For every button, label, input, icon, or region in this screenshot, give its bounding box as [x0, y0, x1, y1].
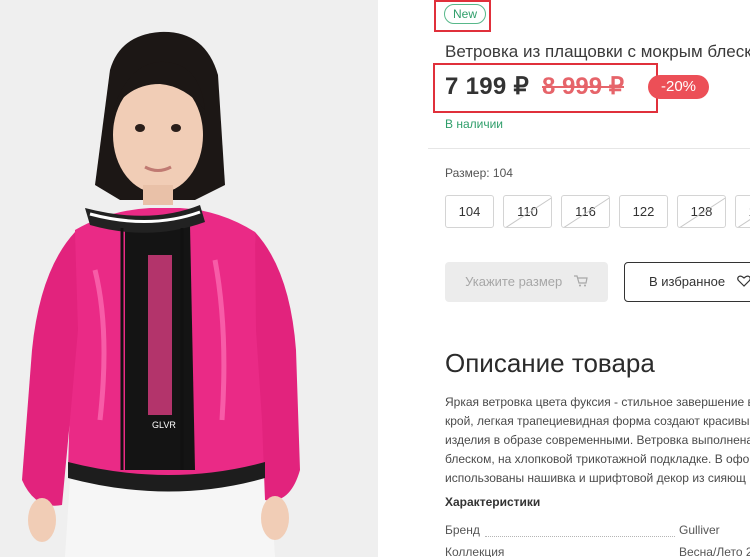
size-label: Размер: 104	[445, 166, 513, 180]
new-badge: New	[444, 4, 487, 24]
description-line: Яркая ветровка цвета фуксия - стильное з…	[445, 395, 750, 409]
characteristic-value[interactable]: Gulliver	[679, 523, 720, 537]
product-info: New Ветровка из плащовки с мокрым блеско…	[378, 0, 750, 557]
characteristic-key: Бренд	[445, 523, 480, 537]
description-line: блеском, на хлопковой трикотажной подкла…	[445, 452, 750, 466]
favorites-label: В избранное	[649, 274, 726, 289]
cart-icon	[573, 263, 588, 303]
size-option-128[interactable]: 128	[677, 195, 726, 228]
description-line: изделия в образе современными. Ветровка …	[445, 433, 750, 447]
availability-status: В наличии	[445, 117, 504, 131]
discount-badge: -20%	[648, 75, 709, 99]
old-price: 8 999 ₽	[542, 73, 624, 100]
shirt-print-text: GLVR	[152, 420, 176, 430]
add-to-favorites-button[interactable]: В избранное	[624, 262, 750, 302]
characteristic-value: Весна/Лето 2	[679, 545, 750, 557]
characteristic-key: Коллекция	[445, 545, 505, 557]
product-title: Ветровка из плащовки с мокрым блеском	[445, 42, 750, 61]
description-heading: Описание товара	[445, 348, 655, 378]
heart-icon	[736, 264, 750, 302]
characteristics-heading: Характеристики	[445, 495, 541, 509]
size-option-110[interactable]: 110	[503, 195, 552, 228]
description-line: использованы нашивка и шрифтовой декор и…	[445, 471, 746, 485]
dotted-leader	[485, 536, 675, 537]
size-option-116[interactable]: 116	[561, 195, 610, 228]
add-to-cart-label: Укажите размер	[465, 274, 563, 289]
size-option-134[interactable]: 134	[735, 195, 750, 228]
current-price: 7 199 ₽	[445, 73, 530, 100]
divider	[428, 148, 750, 149]
size-option-122[interactable]: 122	[619, 195, 668, 228]
description-line: крой, легкая трапециевидная форма создаю…	[445, 414, 750, 428]
add-to-cart-button[interactable]: Укажите размер	[445, 262, 608, 302]
size-option-104[interactable]: 104	[445, 195, 494, 228]
size-selector: 104 110 116 122 128 134	[445, 195, 750, 228]
description-text: Яркая ветровка цвета фуксия - стильное з…	[445, 393, 750, 488]
product-image[interactable]: GLVR	[0, 0, 378, 557]
